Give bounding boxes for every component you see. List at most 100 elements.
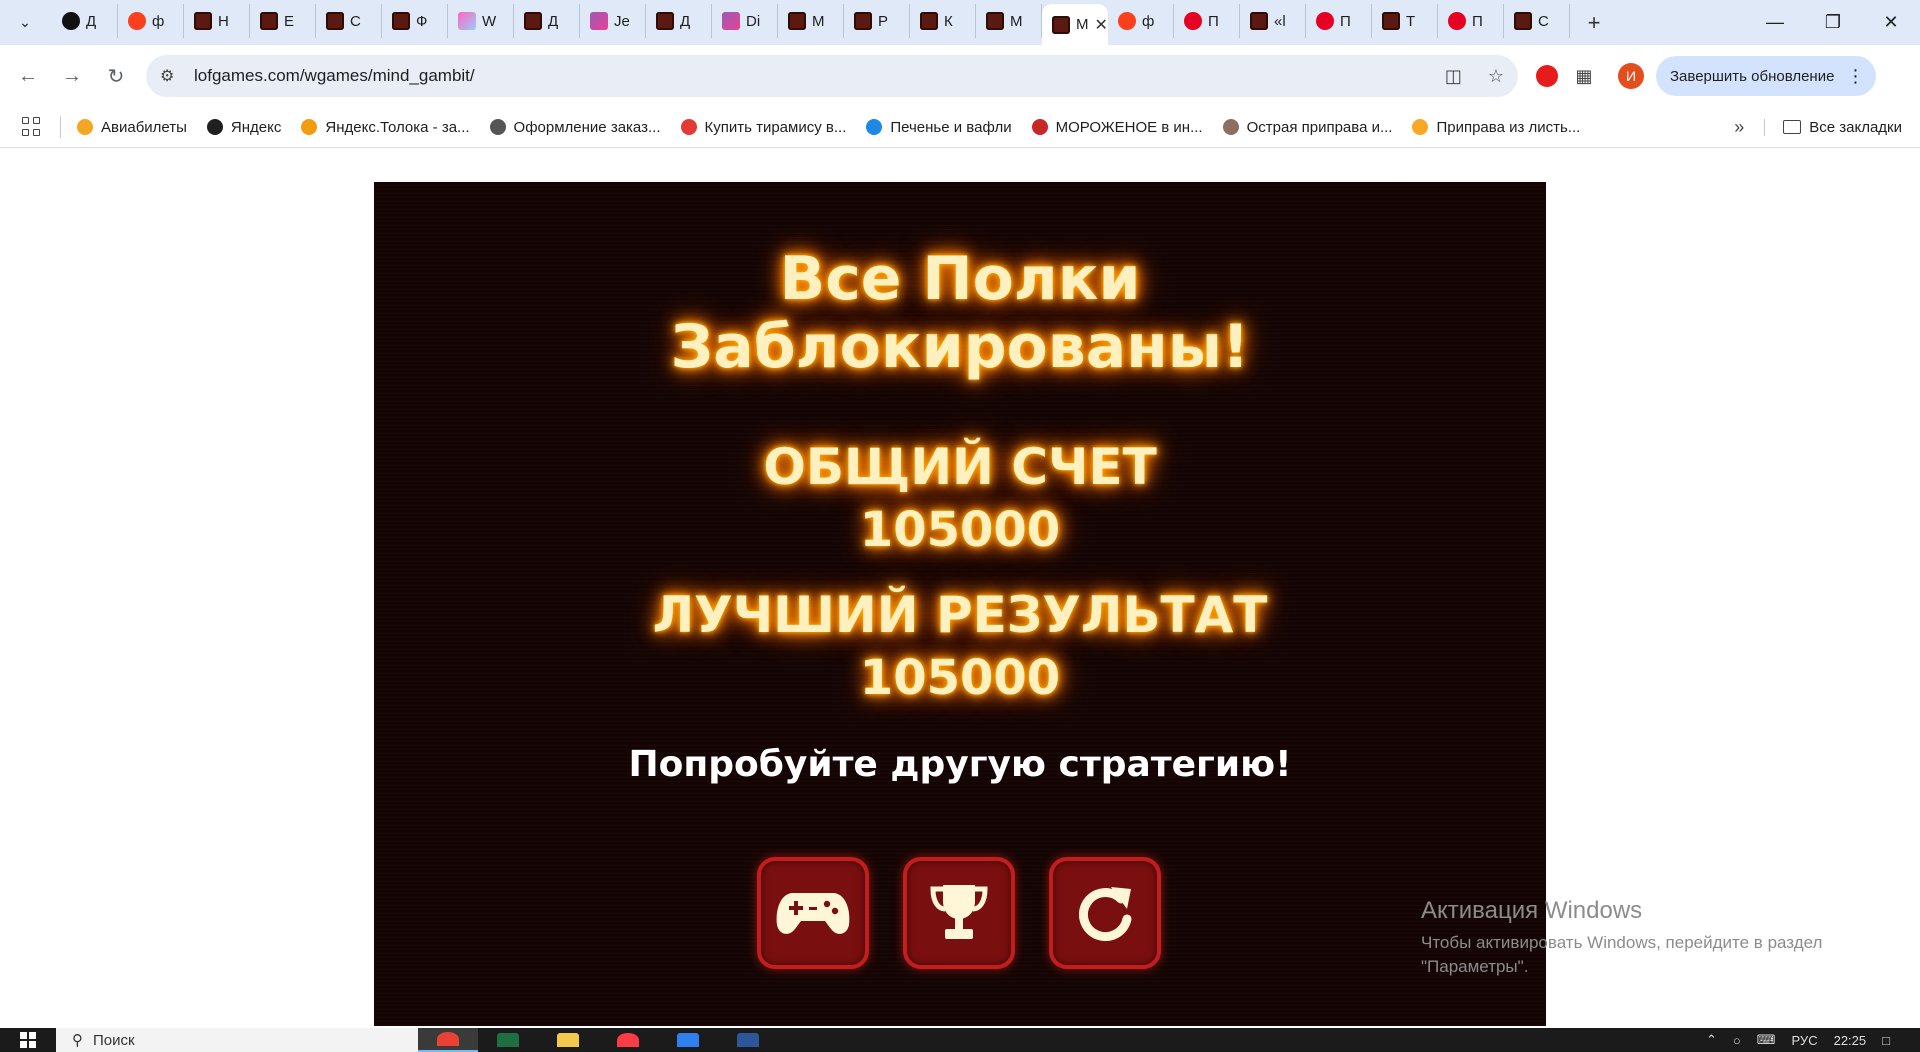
bookmarks-bar: Авиабилеты Яндекс Яндекс.Толока - за... Офо… <box>0 107 1920 148</box>
browser-tab[interactable]: ф <box>118 4 184 38</box>
game-icon <box>920 12 938 30</box>
game-over-title-line2: Заблокированы! <box>670 312 1250 382</box>
bookmark-item[interactable]: Купить тирамису в... <box>680 119 846 136</box>
taskbar-music[interactable] <box>598 1028 658 1052</box>
browser-tab[interactable]: ф <box>1108 4 1174 38</box>
close-window-button[interactable]: ✕ <box>1862 0 1920 45</box>
more-games-button[interactable] <box>757 857 869 969</box>
taskbar-explorer[interactable] <box>538 1028 598 1052</box>
notifications-icon[interactable]: □ <box>1882 1033 1890 1048</box>
total-score-label: ОБЩИЙ СЧЕТ <box>763 438 1157 496</box>
browser-tab[interactable]: К <box>910 4 976 38</box>
extensions-puzzle-icon[interactable]: ▦ <box>1564 56 1604 96</box>
keyboard-icon[interactable]: ⌨ <box>1757 1032 1776 1048</box>
browser-tab[interactable]: М <box>976 4 1042 38</box>
bookmark-star-icon[interactable]: ☆ <box>1488 66 1504 87</box>
best-score-label: ЛУЧШИЙ РЕЗУЛЬТАТ <box>652 586 1268 644</box>
tab-title: ф <box>1142 12 1155 30</box>
folder-icon <box>1783 120 1802 134</box>
browser-tab[interactable]: Д <box>52 4 118 38</box>
browser-tab[interactable]: Di <box>712 4 778 38</box>
browser-tab[interactable]: Д <box>514 4 580 38</box>
back-button[interactable]: ← <box>6 54 50 98</box>
folder-icon <box>557 1033 579 1047</box>
browser-tab[interactable]: Je <box>580 4 646 38</box>
taskbar-word[interactable] <box>718 1028 778 1052</box>
tab-title: Н <box>218 12 229 30</box>
bookmark-item[interactable]: Оформление заказ... <box>489 119 661 136</box>
all-bookmarks-button[interactable]: Все закладки <box>1764 118 1902 136</box>
bookmark-item[interactable]: Острая приправа и... <box>1222 119 1392 136</box>
new-tab-button[interactable]: + <box>1576 10 1612 36</box>
browser-tab[interactable]: Е <box>250 4 316 38</box>
tab-title: W <box>482 12 497 30</box>
browser-tab[interactable]: С <box>1504 4 1570 38</box>
game-over-title-line1: Все Полки <box>779 244 1141 314</box>
more-bookmarks-icon[interactable]: » <box>1734 117 1744 138</box>
bookmark-item[interactable]: МОРОЖЕНОЕ в ин... <box>1031 119 1203 136</box>
restart-button[interactable] <box>1049 857 1161 969</box>
browser-tab[interactable]: Т <box>1372 4 1438 38</box>
bookmark-label: Яндекс.Толока - за... <box>325 118 470 136</box>
browser-tab[interactable]: W <box>448 4 514 38</box>
taskbar-chrome[interactable] <box>418 1028 478 1052</box>
update-button[interactable]: Завершить обновление ⋮ <box>1656 56 1877 96</box>
yandex-dark-icon <box>62 12 80 30</box>
taskbar-search[interactable]: ⚲ Поиск <box>56 1028 418 1052</box>
bookmark-item[interactable]: Яндекс.Толока - за... <box>301 118 470 136</box>
bookmark-label: Печенье и вафли <box>890 118 1012 136</box>
tab-title: Ф <box>416 12 428 30</box>
browser-tab[interactable]: Ф <box>382 4 448 38</box>
reload-button[interactable]: ↻ <box>94 54 138 98</box>
game-icon <box>986 12 1004 30</box>
best-score-value: 105000 <box>859 650 1061 706</box>
minimize-button[interactable]: — <box>1746 0 1804 45</box>
tabs-container: Дф Н Е С Ф W Д Je Д Di М Р К М М ✕ ф П «l П Т П С <box>52 0 1570 45</box>
address-bar[interactable]: ⚙ lofgames.com/wgames/mind_gambit/ ◫ ☆ <box>146 55 1518 97</box>
bookmark-favicon-icon <box>301 119 318 135</box>
music-icon <box>617 1033 639 1047</box>
restore-button[interactable]: ❐ <box>1804 0 1862 45</box>
browser-tab[interactable]: Р <box>844 4 910 38</box>
browser-tab[interactable]: С <box>316 4 382 38</box>
browser-tab[interactable]: П <box>1174 4 1240 38</box>
bookmark-item[interactable]: Печенье и вафли <box>866 118 1012 136</box>
tab-title: П <box>1340 12 1351 30</box>
game-icon <box>392 12 410 30</box>
profile-avatar[interactable]: И <box>1618 63 1644 89</box>
browser-tab[interactable]: Д <box>646 4 712 38</box>
clock[interactable]: 22:25 <box>1834 1033 1867 1048</box>
url-text[interactable]: lofgames.com/wgames/mind_gambit/ <box>194 66 475 86</box>
taskbar-excel[interactable] <box>478 1028 538 1052</box>
network-icon[interactable]: ○ <box>1733 1033 1741 1048</box>
bookmarks-list: Авиабилеты Яндекс Яндекс.Толока - за... Офо… <box>77 119 1600 136</box>
pinterest-icon <box>1316 12 1334 30</box>
bookmark-favicon-icon <box>866 119 883 135</box>
start-button[interactable] <box>0 1028 56 1052</box>
apps-grid-icon[interactable] <box>22 117 42 137</box>
leaderboard-button[interactable] <box>903 857 1015 969</box>
bookmark-item[interactable]: Яндекс <box>206 119 281 136</box>
tab-search-button[interactable]: ⌄ <box>10 8 40 38</box>
install-app-icon[interactable]: ◫ <box>1445 66 1462 87</box>
browser-tab[interactable]: М <box>778 4 844 38</box>
close-tab-icon[interactable]: ✕ <box>1095 15 1108 35</box>
game-icon <box>656 12 674 30</box>
taskbar-app[interactable] <box>658 1028 718 1052</box>
browser-tab[interactable]: П <box>1438 4 1504 38</box>
bookmark-item[interactable]: Приправа из листь... <box>1412 119 1580 136</box>
browser-tab[interactable]: Н <box>184 4 250 38</box>
forward-button[interactable]: → <box>50 54 94 98</box>
browser-tab[interactable]: «l <box>1240 4 1306 38</box>
chevron-up-icon[interactable]: ⌃ <box>1706 1032 1717 1048</box>
yandex-icon <box>1118 12 1136 30</box>
language-indicator[interactable]: РУС <box>1792 1033 1818 1048</box>
colorful-icon <box>458 12 476 30</box>
bookmark-item[interactable]: Авиабилеты <box>77 119 187 136</box>
menu-dots-icon: ⋮ <box>1846 65 1865 86</box>
tab-title: М <box>812 12 825 30</box>
site-settings-icon[interactable]: ⚙ <box>160 66 182 86</box>
browser-tab[interactable]: П <box>1306 4 1372 38</box>
browser-tab[interactable]: М ✕ <box>1042 4 1108 45</box>
extension-icon[interactable] <box>1536 65 1558 87</box>
